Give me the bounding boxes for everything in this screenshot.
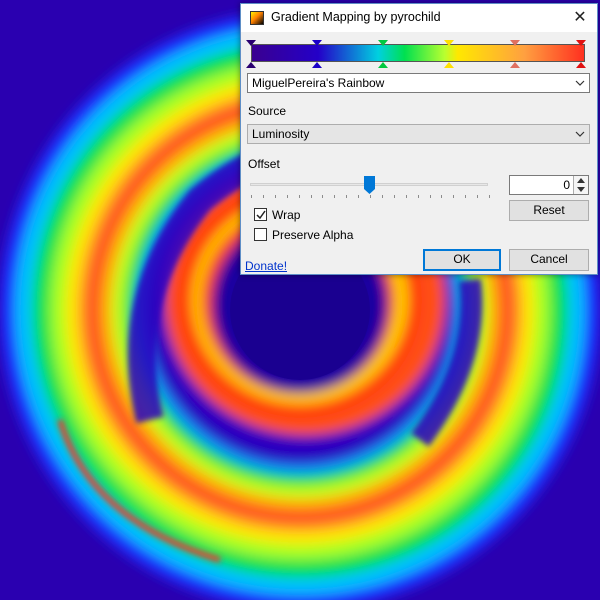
preserve-alpha-label: Preserve Alpha [272, 228, 354, 242]
slider-tick [489, 195, 490, 198]
slider-tick [417, 195, 419, 198]
donate-link[interactable]: Donate! [245, 259, 287, 273]
slider-tick [405, 195, 407, 198]
title-bar[interactable]: Gradient Mapping by pyrochild ✕ [241, 4, 597, 32]
slider-tick [370, 195, 371, 198]
gradient-mapping-dialog: Gradient Mapping by pyrochild ✕ MiguelPe… [240, 3, 598, 275]
reset-button[interactable]: Reset [509, 200, 589, 221]
slider-tick [465, 195, 467, 198]
offset-slider-ticks [251, 195, 490, 199]
spin-up-button[interactable] [573, 176, 588, 185]
slider-tick [298, 195, 300, 198]
slider-tick [251, 195, 252, 198]
slider-tick [346, 195, 348, 198]
source-dropdown[interactable]: Luminosity [247, 124, 590, 144]
gradient-stop-marker[interactable] [510, 40, 520, 46]
wrap-label: Wrap [272, 208, 301, 222]
slider-tick [441, 195, 443, 198]
offset-label: Offset [248, 157, 280, 171]
spin-down-button[interactable] [573, 185, 588, 194]
gradient-editor[interactable] [246, 40, 589, 68]
gradient-stop-marker[interactable] [576, 40, 586, 46]
close-button[interactable]: ✕ [563, 4, 597, 32]
gradient-stop-marker[interactable] [312, 40, 322, 46]
slider-tick [477, 195, 479, 198]
slider-tick [393, 195, 395, 198]
gradient-stop-marker[interactable] [378, 40, 388, 46]
offset-value: 0 [563, 178, 570, 192]
slider-tick [429, 195, 431, 198]
slider-tick [310, 195, 312, 198]
offset-slider-thumb[interactable] [364, 176, 375, 194]
preset-dropdown[interactable]: MiguelPereira's Rainbow [247, 73, 590, 93]
gradient-stop-marker[interactable] [444, 62, 454, 68]
dialog-title: Gradient Mapping by pyrochild [271, 10, 441, 24]
offset-numeric-input[interactable]: 0 [509, 175, 589, 195]
gradient-stop-marker[interactable] [246, 40, 256, 46]
wrap-checkbox[interactable] [254, 208, 267, 221]
ok-button[interactable]: OK [423, 249, 501, 271]
app-icon [250, 11, 264, 25]
slider-tick [453, 195, 455, 198]
gradient-bar[interactable] [251, 44, 585, 62]
chevron-down-icon [575, 74, 585, 92]
preserve-alpha-checkbox[interactable] [254, 228, 267, 241]
slider-tick [262, 195, 264, 198]
gradient-stop-marker[interactable] [378, 62, 388, 68]
source-dropdown-value: Luminosity [252, 127, 310, 141]
chevron-down-icon [575, 125, 585, 143]
gradient-stop-marker[interactable] [246, 62, 256, 68]
slider-tick [274, 195, 276, 198]
slider-tick [358, 195, 360, 198]
cancel-button[interactable]: Cancel [509, 249, 589, 271]
slider-tick [381, 195, 383, 198]
slider-tick [322, 195, 324, 198]
gradient-stop-marker[interactable] [312, 62, 322, 68]
gradient-stop-marker[interactable] [510, 62, 520, 68]
slider-tick [334, 195, 336, 198]
preset-dropdown-value: MiguelPereira's Rainbow [252, 76, 385, 90]
gradient-stop-marker[interactable] [444, 40, 454, 46]
slider-tick [286, 195, 288, 198]
gradient-stop-marker[interactable] [576, 62, 586, 68]
source-label: Source [248, 104, 287, 118]
